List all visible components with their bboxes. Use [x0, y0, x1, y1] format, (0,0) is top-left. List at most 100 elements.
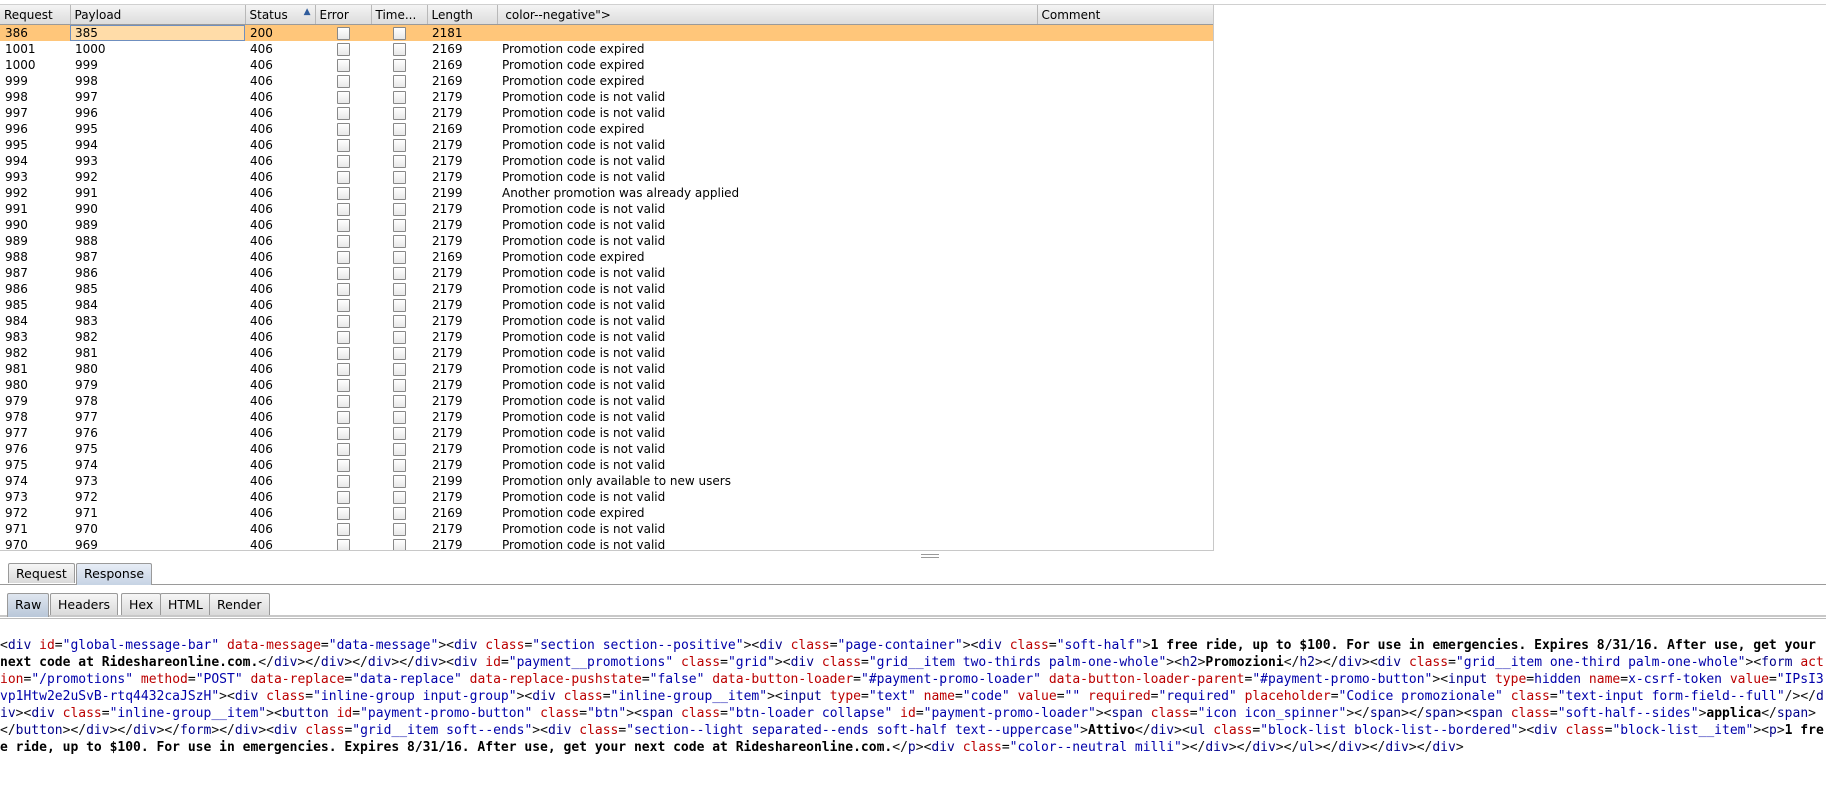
- intruder-results-table[interactable]: Request Payload Status ▲ Error Time... Le…: [0, 5, 1214, 551]
- checkbox-icon[interactable]: [336, 427, 350, 440]
- table-row[interactable]: 996 995 406 2169 Promotion code expired: [0, 121, 1213, 137]
- checkbox-icon[interactable]: [392, 523, 406, 536]
- checkbox-icon[interactable]: [336, 539, 350, 550]
- table-row[interactable]: 976 975 406 2179 Promotion code is not valid: [0, 441, 1213, 457]
- checkbox-icon[interactable]: [336, 459, 350, 472]
- column-header-status[interactable]: Status ▲: [245, 5, 316, 25]
- tab-html[interactable]: HTML: [160, 593, 211, 615]
- checkbox-icon[interactable]: [392, 331, 406, 344]
- checkbox-icon[interactable]: [392, 475, 406, 488]
- table-row[interactable]: 999 998 406 2169 Promotion code expired: [0, 73, 1213, 89]
- checkbox-icon[interactable]: [392, 203, 406, 216]
- checkbox-icon[interactable]: [392, 171, 406, 184]
- checkbox-icon[interactable]: [336, 251, 350, 264]
- tab-response[interactable]: Response: [76, 563, 153, 585]
- table-row[interactable]: 981 980 406 2179 Promotion code is not valid: [0, 361, 1213, 377]
- checkbox-icon[interactable]: [336, 27, 350, 40]
- table-row[interactable]: 985 984 406 2179 Promotion code is not valid: [0, 297, 1213, 313]
- checkbox-icon[interactable]: [336, 203, 350, 216]
- tab-headers[interactable]: Headers: [50, 593, 119, 615]
- table-row[interactable]: 975 974 406 2179 Promotion code is not valid: [0, 457, 1213, 473]
- table-row[interactable]: 986 985 406 2179 Promotion code is not valid: [0, 281, 1213, 297]
- checkbox-icon[interactable]: [392, 299, 406, 312]
- checkbox-icon[interactable]: [392, 379, 406, 392]
- checkbox-icon[interactable]: [392, 395, 406, 408]
- column-header-comment[interactable]: Comment: [1037, 5, 1213, 25]
- checkbox-icon[interactable]: [392, 363, 406, 376]
- table-row[interactable]: 989 988 406 2179 Promotion code is not valid: [0, 233, 1213, 249]
- column-header-payload[interactable]: Payload: [70, 5, 246, 25]
- table-row[interactable]: 980 979 406 2179 Promotion code is not valid: [0, 377, 1213, 393]
- checkbox-icon[interactable]: [336, 235, 350, 248]
- column-header-length[interactable]: Length: [427, 5, 498, 25]
- checkbox-icon[interactable]: [336, 443, 350, 456]
- checkbox-icon[interactable]: [336, 315, 350, 328]
- tab-render[interactable]: Render: [209, 593, 270, 615]
- table-row[interactable]: 995 994 406 2179 Promotion code is not valid: [0, 137, 1213, 153]
- table-row[interactable]: 973 972 406 2179 Promotion code is not valid: [0, 489, 1213, 505]
- table-row[interactable]: 982 981 406 2179 Promotion code is not valid: [0, 345, 1213, 361]
- table-row[interactable]: 971 970 406 2179 Promotion code is not valid: [0, 521, 1213, 537]
- split-pane-divider[interactable]: [0, 551, 1826, 559]
- checkbox-icon[interactable]: [336, 507, 350, 520]
- checkbox-icon[interactable]: [336, 107, 350, 120]
- table-row[interactable]: 979 978 406 2179 Promotion code is not valid: [0, 393, 1213, 409]
- checkbox-icon[interactable]: [336, 187, 350, 200]
- column-header-timeout[interactable]: Time...: [371, 5, 428, 25]
- checkbox-icon[interactable]: [336, 59, 350, 72]
- checkbox-icon[interactable]: [336, 411, 350, 424]
- table-row[interactable]: 970 969 406 2179 Promotion code is not valid: [0, 537, 1213, 550]
- checkbox-icon[interactable]: [336, 123, 350, 136]
- checkbox-icon[interactable]: [392, 155, 406, 168]
- checkbox-icon[interactable]: [336, 379, 350, 392]
- checkbox-icon[interactable]: [392, 507, 406, 520]
- column-header-error[interactable]: Error: [315, 5, 372, 25]
- tab-raw[interactable]: Raw: [7, 593, 50, 617]
- checkbox-icon[interactable]: [392, 491, 406, 504]
- checkbox-icon[interactable]: [392, 347, 406, 360]
- checkbox-icon[interactable]: [336, 43, 350, 56]
- checkbox-icon[interactable]: [336, 75, 350, 88]
- table-row[interactable]: 990 989 406 2179 Promotion code is not valid: [0, 217, 1213, 233]
- checkbox-icon[interactable]: [336, 139, 350, 152]
- checkbox-icon[interactable]: [336, 91, 350, 104]
- checkbox-icon[interactable]: [392, 43, 406, 56]
- column-header-grep-extract[interactable]: color--negative">: [497, 5, 1038, 25]
- table-row[interactable]: 991 990 406 2179 Promotion code is not valid: [0, 201, 1213, 217]
- checkbox-icon[interactable]: [392, 267, 406, 280]
- table-row[interactable]: 974 973 406 2199 Promotion only available to…: [0, 473, 1213, 489]
- column-header-request[interactable]: Request: [0, 5, 71, 25]
- table-row[interactable]: 977 976 406 2179 Promotion code is not valid: [0, 425, 1213, 441]
- checkbox-icon[interactable]: [336, 219, 350, 232]
- table-row[interactable]: 987 986 406 2179 Promotion code is not valid: [0, 265, 1213, 281]
- checkbox-icon[interactable]: [336, 347, 350, 360]
- table-row[interactable]: 1001 1000 406 2169 Promotion code expired: [0, 41, 1213, 57]
- table-row[interactable]: 978 977 406 2179 Promotion code is not valid: [0, 409, 1213, 425]
- response-raw-view[interactable]: <div id="global-message-bar" data-messag…: [0, 618, 1826, 791]
- checkbox-icon[interactable]: [392, 27, 406, 40]
- tab-request[interactable]: Request: [8, 563, 75, 583]
- checkbox-icon[interactable]: [392, 251, 406, 264]
- checkbox-icon[interactable]: [392, 459, 406, 472]
- checkbox-icon[interactable]: [336, 523, 350, 536]
- checkbox-icon[interactable]: [336, 491, 350, 504]
- checkbox-icon[interactable]: [392, 91, 406, 104]
- checkbox-icon[interactable]: [392, 235, 406, 248]
- checkbox-icon[interactable]: [336, 299, 350, 312]
- checkbox-icon[interactable]: [392, 411, 406, 424]
- checkbox-icon[interactable]: [336, 395, 350, 408]
- checkbox-icon[interactable]: [392, 315, 406, 328]
- checkbox-icon[interactable]: [392, 123, 406, 136]
- table-row[interactable]: 983 982 406 2179 Promotion code is not valid: [0, 329, 1213, 345]
- checkbox-icon[interactable]: [392, 219, 406, 232]
- checkbox-icon[interactable]: [392, 187, 406, 200]
- checkbox-icon[interactable]: [336, 155, 350, 168]
- checkbox-icon[interactable]: [336, 267, 350, 280]
- tab-hex[interactable]: Hex: [121, 593, 162, 615]
- checkbox-icon[interactable]: [392, 75, 406, 88]
- table-row[interactable]: 988 987 406 2169 Promotion code expired: [0, 249, 1213, 265]
- table-row[interactable]: 992 991 406 2199 Another promotion was alrea…: [0, 185, 1213, 201]
- table-row[interactable]: 972 971 406 2169 Promotion code expired: [0, 505, 1213, 521]
- checkbox-icon[interactable]: [392, 539, 406, 550]
- checkbox-icon[interactable]: [392, 107, 406, 120]
